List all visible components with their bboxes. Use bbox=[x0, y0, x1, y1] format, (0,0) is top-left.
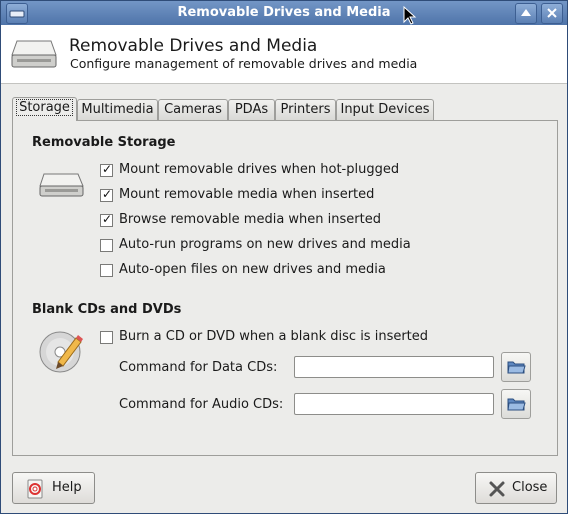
header-subtitle: Configure management of removable drives… bbox=[70, 56, 418, 71]
audio-cd-command-input[interactable] bbox=[294, 393, 494, 415]
tab-printers[interactable]: Printers bbox=[275, 99, 336, 120]
dialog-header: Removable Drives and Media Configure man… bbox=[1, 25, 567, 84]
check-icon: ✓ bbox=[102, 162, 113, 176]
checkbox-box[interactable] bbox=[100, 331, 113, 344]
audio-cd-command-label: Command for Audio CDs: bbox=[119, 397, 284, 412]
title-bar[interactable]: Removable Drives and Media bbox=[1, 1, 567, 25]
header-title: Removable Drives and Media bbox=[69, 36, 318, 56]
tab-multimedia[interactable]: Multimedia bbox=[77, 99, 158, 120]
maximize-icon bbox=[521, 9, 531, 16]
check-icon: ✓ bbox=[102, 212, 113, 226]
checkbox-box[interactable]: ✓ bbox=[100, 162, 113, 177]
checkbox-label: Mount removable drives when hot-plugged bbox=[119, 162, 400, 177]
folder-open-icon bbox=[507, 361, 526, 374]
cd-burner-icon bbox=[39, 331, 83, 373]
tab-pdas[interactable]: PDAs bbox=[228, 99, 275, 120]
close-icon bbox=[489, 481, 505, 497]
storage-panel: Removable Storage ✓ Mount removable driv… bbox=[12, 120, 558, 456]
help-icon bbox=[27, 479, 43, 499]
tab-storage-label: Storage bbox=[16, 99, 73, 116]
checkbox-label: Auto-open files on new drives and media bbox=[119, 262, 386, 277]
tab-multimedia-label: Multimedia bbox=[81, 102, 154, 117]
checkbox-label: Browse removable media when inserted bbox=[119, 212, 381, 227]
checkbox-label: Auto-run programs on new drives and medi… bbox=[119, 237, 411, 252]
checkbox-label: Burn a CD or DVD when a blank disc is in… bbox=[119, 329, 429, 344]
help-button[interactable]: Help bbox=[12, 472, 95, 504]
checkbox-box[interactable] bbox=[100, 239, 113, 252]
tab-cameras-label: Cameras bbox=[164, 102, 222, 117]
data-cd-command-label: Command for Data CDs: bbox=[119, 360, 278, 375]
close-icon bbox=[547, 8, 557, 18]
checkbox-label: Mount removable media when inserted bbox=[119, 187, 375, 202]
checkbox-box[interactable]: ✓ bbox=[100, 187, 113, 202]
close-button-label: Close bbox=[512, 480, 548, 495]
tab-storage[interactable]: Storage bbox=[12, 97, 77, 121]
dialog-window: Removable Drives and Media Removable Dri… bbox=[0, 0, 568, 514]
maximize-button[interactable] bbox=[515, 3, 537, 24]
blank-cds-heading: Blank CDs and DVDs bbox=[32, 302, 182, 317]
drive-icon bbox=[39, 173, 84, 197]
tab-input-devices-label: Input Devices bbox=[340, 102, 430, 117]
tab-printers-label: Printers bbox=[280, 102, 331, 117]
tab-pdas-label: PDAs bbox=[234, 102, 269, 117]
folder-open-icon bbox=[507, 398, 526, 411]
close-button[interactable]: Close bbox=[475, 472, 557, 504]
tab-cameras[interactable]: Cameras bbox=[158, 99, 228, 120]
checkbox-box[interactable]: ✓ bbox=[100, 212, 113, 227]
help-button-label: Help bbox=[52, 480, 82, 495]
window-title: Removable Drives and Media bbox=[177, 5, 391, 20]
mouse-cursor-icon bbox=[403, 6, 417, 25]
data-cd-command-input[interactable] bbox=[294, 356, 494, 378]
tab-input-devices[interactable]: Input Devices bbox=[336, 99, 434, 120]
close-window-button[interactable] bbox=[541, 3, 563, 24]
audio-cd-browse-button[interactable] bbox=[501, 389, 531, 419]
data-cd-browse-button[interactable] bbox=[501, 352, 531, 382]
removable-storage-heading: Removable Storage bbox=[32, 135, 176, 150]
checkbox-box[interactable] bbox=[100, 264, 113, 277]
drive-icon bbox=[11, 40, 57, 68]
check-icon: ✓ bbox=[102, 187, 113, 201]
